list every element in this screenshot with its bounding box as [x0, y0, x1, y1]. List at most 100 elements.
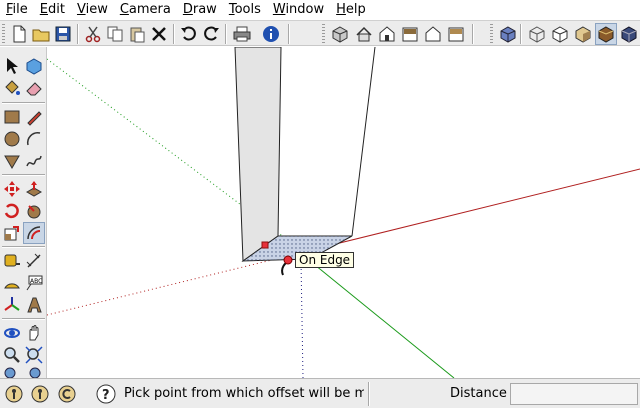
- status-hint-text: Pick point from which offset will be mea…: [124, 386, 364, 401]
- menu-edit[interactable]: Edit: [34, 0, 71, 20]
- rotate-icon[interactable]: [1, 200, 23, 222]
- push-pull-icon[interactable]: [23, 178, 45, 200]
- pan-hand-icon[interactable]: [23, 322, 45, 344]
- menu-view-label: iew: [85, 2, 108, 17]
- model-info-icon[interactable]: [260, 23, 282, 45]
- toolbar-separator: [2, 102, 45, 104]
- erase-x-icon[interactable]: [148, 23, 170, 45]
- menu-tools[interactable]: Tools: [223, 0, 267, 20]
- protractor-icon[interactable]: [1, 272, 23, 294]
- print-icon[interactable]: [231, 23, 253, 45]
- menu-edit-accel: E: [39, 2, 48, 17]
- toolbar-separator: [472, 24, 474, 44]
- select-arrow-icon[interactable]: [1, 55, 23, 77]
- eraser-icon[interactable]: [23, 77, 45, 99]
- geo-location-icon[interactable]: [4, 384, 24, 404]
- cut-scissors-icon[interactable]: [82, 23, 104, 45]
- toolbar-separator: [288, 24, 290, 44]
- rectangle-icon[interactable]: [1, 106, 23, 128]
- box-side-face[interactable]: [234, 47, 282, 262]
- xray-style-icon[interactable]: [497, 23, 519, 45]
- menu-file[interactable]: File: [0, 0, 34, 20]
- left-view-icon[interactable]: [445, 23, 467, 45]
- menu-camera-accel: C: [119, 2, 129, 17]
- menu-bar: File Edit View Camera Draw Tools Window …: [0, 0, 640, 20]
- orbit-icon[interactable]: [1, 322, 23, 344]
- copy-icon[interactable]: [104, 23, 126, 45]
- shaded-textures-style-icon[interactable]: [595, 23, 617, 45]
- paste-icon[interactable]: [126, 23, 148, 45]
- status-bar: ? Pick point from which offset will be m…: [0, 378, 640, 408]
- menu-draw-label: raw: [192, 2, 217, 17]
- menu-window[interactable]: Window: [267, 0, 330, 20]
- menu-window-accel: W: [272, 2, 286, 17]
- menu-view-accel: V: [76, 2, 86, 17]
- polygon-icon[interactable]: [1, 150, 23, 172]
- menu-view[interactable]: View: [71, 0, 114, 20]
- redo-icon[interactable]: [200, 23, 222, 45]
- toolbar-separator: [2, 174, 45, 176]
- box-edge[interactable]: [351, 47, 376, 237]
- toolbar-separator: [520, 24, 522, 44]
- tape-measure-icon[interactable]: [1, 250, 23, 272]
- toolbar-separator: [2, 246, 45, 248]
- measurements-input[interactable]: [510, 383, 638, 405]
- hidden-line-style-icon[interactable]: [549, 23, 571, 45]
- new-file-icon[interactable]: [8, 23, 30, 45]
- open-folder-icon[interactable]: [30, 23, 52, 45]
- wireframe-style-icon[interactable]: [526, 23, 548, 45]
- blue-axis-negative: [300, 260, 304, 378]
- credits-icon[interactable]: [30, 384, 50, 404]
- follow-me-icon[interactable]: [23, 200, 45, 222]
- axes-icon[interactable]: [1, 294, 23, 316]
- freehand-icon[interactable]: [23, 150, 45, 172]
- front-view-icon[interactable]: [376, 23, 398, 45]
- circle-icon[interactable]: [1, 128, 23, 150]
- toolbar-separator: [225, 24, 227, 44]
- red-axis-positive: [294, 168, 640, 255]
- red-axis-negative: [47, 254, 293, 316]
- 3d-text-icon[interactable]: [23, 294, 45, 316]
- right-view-icon[interactable]: [399, 23, 421, 45]
- menu-draw[interactable]: Draw: [177, 0, 223, 20]
- move-icon[interactable]: [1, 178, 23, 200]
- undo-icon[interactable]: [178, 23, 200, 45]
- make-component-icon[interactable]: [23, 55, 45, 77]
- menu-camera-label: amera: [128, 2, 171, 17]
- paint-bucket-icon[interactable]: [1, 77, 23, 99]
- menu-tools-label: ools: [234, 2, 261, 17]
- svg-text:?: ?: [102, 388, 110, 403]
- green-axis-positive: [298, 251, 455, 378]
- scale-icon[interactable]: [1, 222, 23, 244]
- toolbar-separator: [173, 24, 175, 44]
- menu-edit-label: dit: [48, 2, 65, 17]
- drawing-viewport[interactable]: On Edge: [47, 47, 640, 378]
- status-separator: [368, 382, 370, 406]
- menu-window-label: indow: [285, 2, 325, 17]
- arc-icon[interactable]: [23, 128, 45, 150]
- shaded-style-icon[interactable]: [572, 23, 594, 45]
- top-view-icon[interactable]: [353, 23, 375, 45]
- iso-view-icon[interactable]: [329, 23, 351, 45]
- toolbar-separator: [2, 318, 45, 320]
- toolbar-grip[interactable]: [2, 24, 5, 44]
- toolbar-separator: [77, 24, 79, 44]
- menu-help[interactable]: Help: [330, 0, 372, 20]
- large-tool-set: ABC: [0, 47, 47, 379]
- sign-in-icon[interactable]: [57, 384, 77, 404]
- back-view-icon[interactable]: [422, 23, 444, 45]
- line-pencil-icon[interactable]: [23, 106, 45, 128]
- dimension-icon[interactable]: [23, 250, 45, 272]
- toolbar-grip[interactable]: [322, 24, 325, 44]
- monochrome-style-icon[interactable]: [618, 23, 640, 45]
- main-toolbar: [0, 20, 640, 46]
- model-scene: [47, 47, 640, 378]
- inference-tooltip: On Edge: [295, 252, 355, 268]
- save-disk-icon[interactable]: [52, 23, 74, 45]
- menu-draw-accel: D: [182, 2, 193, 17]
- toolbar-grip[interactable]: [490, 24, 493, 44]
- text-icon[interactable]: ABC: [23, 272, 45, 294]
- offset-icon[interactable]: [23, 222, 45, 244]
- help-question-icon[interactable]: ?: [96, 384, 116, 404]
- menu-camera[interactable]: Camera: [114, 0, 177, 20]
